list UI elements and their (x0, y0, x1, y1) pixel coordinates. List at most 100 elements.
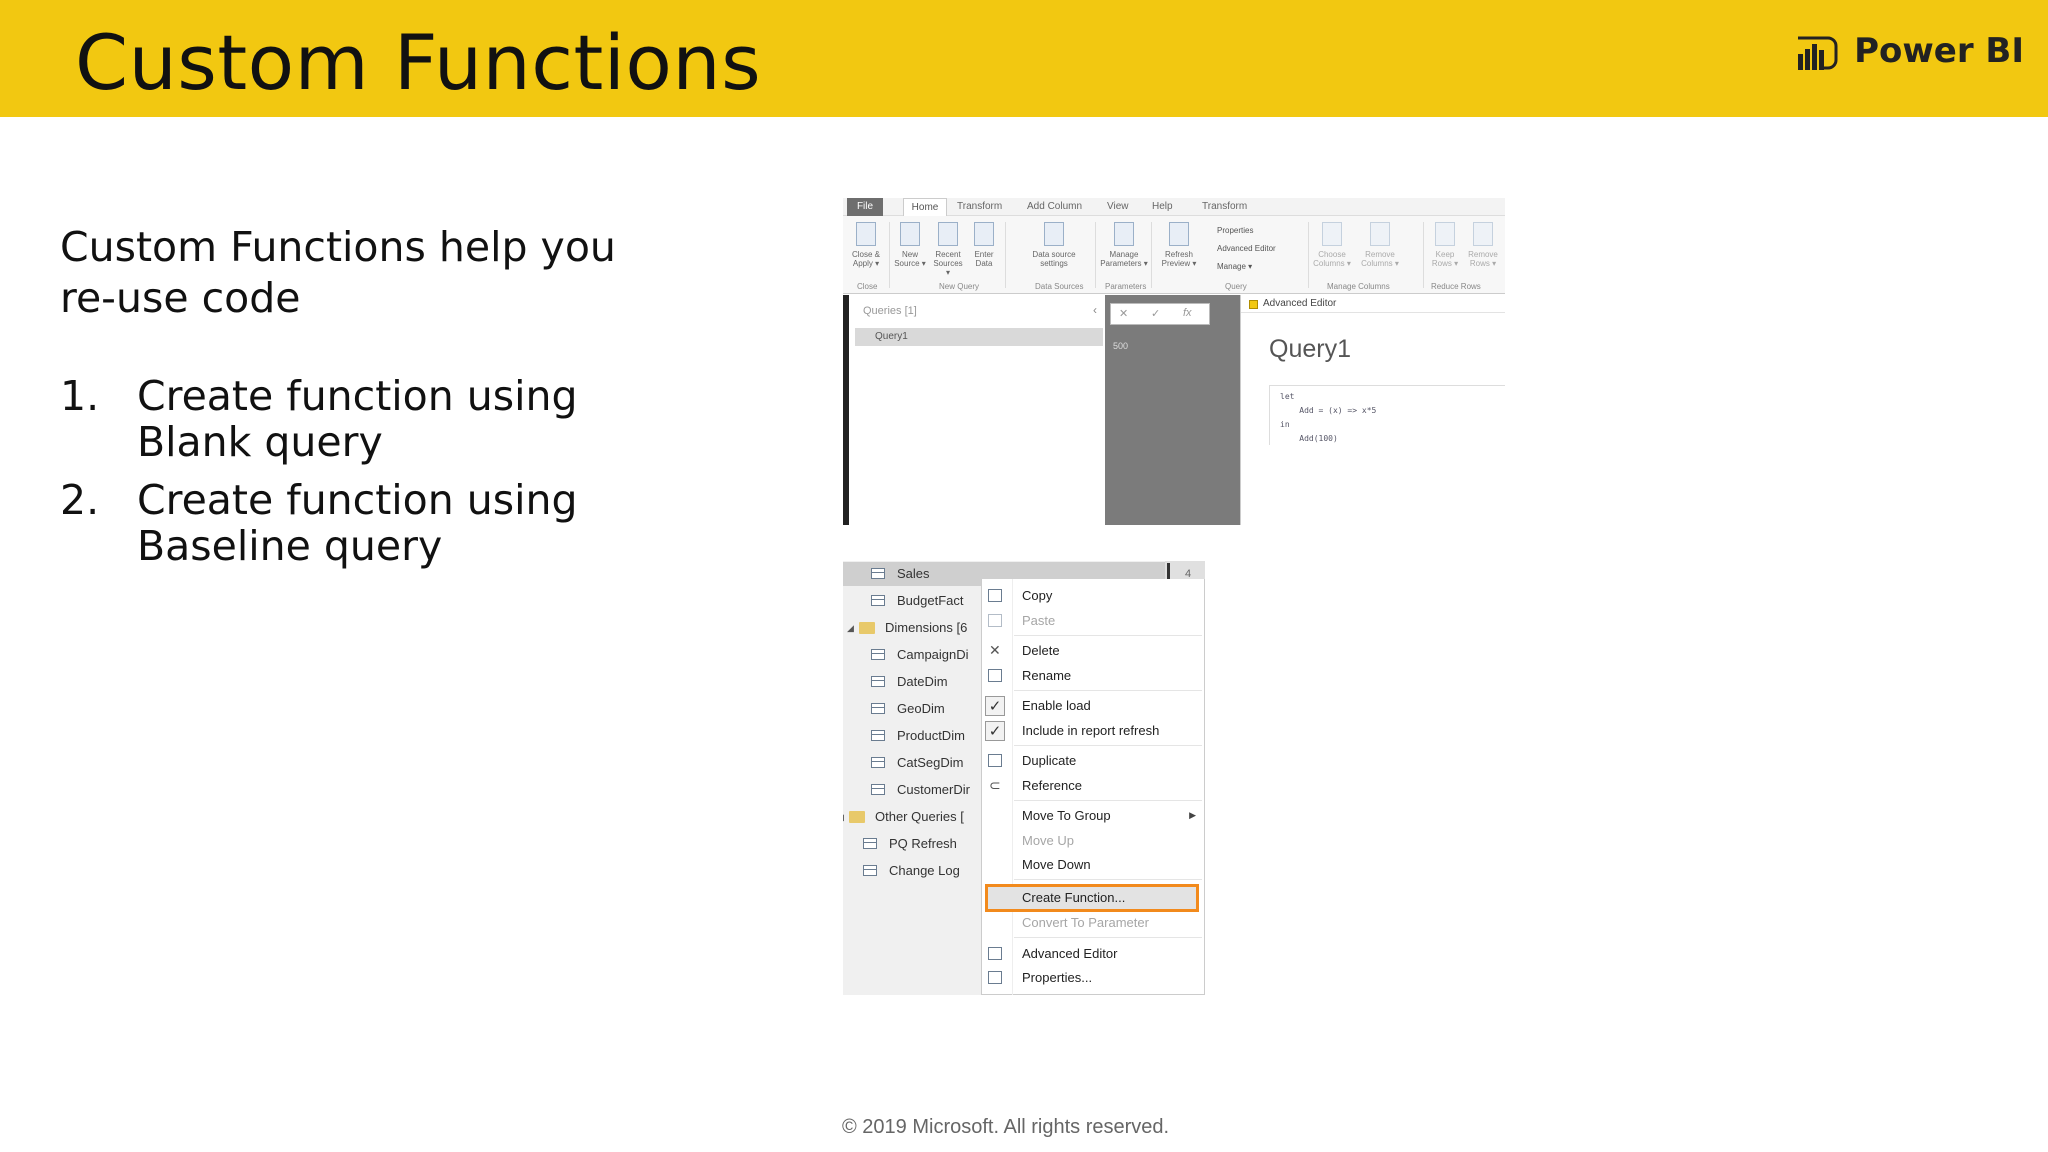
tab-help[interactable]: Help (1152, 201, 1173, 212)
paperclip-icon: ⊂ (989, 777, 1001, 793)
tree-query-row[interactable]: Change Log (843, 859, 983, 883)
cancel-icon[interactable]: ✕ (1119, 307, 1128, 320)
refresh-preview-label: Refresh Preview ▾ (1161, 250, 1197, 268)
menu-item-delete[interactable]: ✕ Delete (982, 638, 1205, 663)
ribbon-separator (1151, 222, 1152, 288)
query-small-buttons: Properties Advanced Editor Manage ▾ (1217, 222, 1276, 276)
tree-query-row[interactable]: CustomerDir (843, 778, 983, 802)
tree-query-row[interactable]: PQ Refresh (843, 832, 983, 856)
tab-home[interactable]: Home (903, 198, 947, 216)
tab-transform[interactable]: Transform (957, 201, 1002, 212)
menu-item-label: Move Down (1022, 857, 1091, 872)
tree-query-row[interactable]: DateDim (843, 670, 983, 694)
remove-columns-button[interactable]: Remove Columns ▾ (1361, 222, 1399, 268)
properties-button[interactable]: Properties (1217, 222, 1276, 240)
query-item-label: Query1 (875, 331, 908, 342)
tree-query-row[interactable]: CampaignDi (843, 643, 983, 667)
expand-arrow-icon[interactable]: ◢ (843, 805, 844, 829)
ribbon-separator (889, 222, 890, 288)
refresh-preview-button[interactable]: Refresh Preview ▾ (1157, 222, 1201, 268)
manage-parameters-button[interactable]: Manage Parameters ▾ (1099, 222, 1149, 268)
tree-row-label: BudgetFact (897, 593, 964, 608)
new-source-label: New Source ▾ (894, 250, 926, 268)
close-apply-button[interactable]: Close & Apply ▾ (849, 222, 883, 268)
menu-item-label: Rename (1022, 668, 1072, 683)
menu-item-reference[interactable]: ⊂ Reference (982, 773, 1205, 798)
table-icon (871, 730, 885, 741)
formula-bar[interactable]: ✕ ✓ fx (1110, 303, 1210, 325)
step-item: 1. Create function using Blank query (60, 373, 700, 465)
menu-item-create-function[interactable]: Create Function... (982, 885, 1205, 910)
data-source-settings-label: Data source settings (1032, 250, 1076, 268)
step-text: Create function using Blank query (137, 372, 578, 466)
menu-item-move-up[interactable]: Move Up (982, 828, 1205, 853)
new-source-icon (900, 222, 920, 246)
tab-file[interactable]: File (847, 198, 883, 216)
expand-arrow-icon[interactable]: ◢ (847, 616, 854, 640)
queries-header: Queries [1] (863, 305, 917, 317)
table-icon (871, 703, 885, 714)
tree-query-row[interactable]: ProductDim (843, 724, 983, 748)
tree-row-label: Change Log (889, 863, 960, 878)
remove-rows-button[interactable]: Remove Rows ▾ (1465, 222, 1501, 268)
menu-item-enable-load[interactable]: ✓ Enable load (982, 693, 1205, 718)
menu-item-label: Delete (1022, 643, 1060, 658)
tab-transform-2[interactable]: Transform (1202, 201, 1247, 212)
tab-add-column[interactable]: Add Column (1027, 201, 1082, 212)
enter-data-button[interactable]: Enter Data (967, 222, 1001, 268)
rename-icon (988, 669, 1002, 682)
ribbon-separator (1005, 222, 1006, 288)
advanced-editor-icon (988, 947, 1002, 960)
tree-row-label: Other Queries [ (875, 809, 964, 824)
menu-item-move-to-group[interactable]: Move To Group ▶ (982, 803, 1205, 828)
tab-view[interactable]: View (1107, 201, 1129, 212)
manage-button[interactable]: Manage ▾ (1217, 258, 1276, 276)
new-source-button[interactable]: New Source ▾ (893, 222, 927, 268)
data-grid-pane: ✕ ✓ fx 500 (1105, 295, 1241, 525)
advanced-editor-button[interactable]: Advanced Editor (1217, 240, 1276, 258)
tree-row-label: Dimensions [6 (885, 620, 968, 635)
m-code-editor[interactable]: let Add = (x) => x*5 in Add(100) (1269, 385, 1505, 445)
tree-query-row[interactable]: CatSegDim (843, 751, 983, 775)
menu-item-duplicate[interactable]: Duplicate (982, 748, 1205, 773)
power-query-editor-screenshot: File Home Transform Add Column View Help… (843, 198, 1505, 525)
choose-columns-button[interactable]: Choose Columns ▾ (1313, 222, 1351, 268)
table-icon (863, 838, 877, 849)
menu-item-advanced-editor[interactable]: Advanced Editor (982, 941, 1205, 966)
fx-icon[interactable]: fx (1183, 307, 1192, 319)
collapse-chevron-icon[interactable]: ‹ (1093, 303, 1097, 317)
menu-item-convert-parameter[interactable]: Convert To Parameter (982, 910, 1205, 935)
menu-separator (1014, 690, 1202, 691)
ribbon-tabs: File Home Transform Add Column View Help… (843, 198, 1505, 216)
table-icon (871, 649, 885, 660)
tree-folder-row[interactable]: ◢ Dimensions [6 (843, 616, 983, 640)
menu-separator (1014, 937, 1202, 938)
brand-name: Power BI (1854, 31, 2024, 71)
tree-folder-row[interactable]: ◢ Other Queries [ (843, 805, 983, 829)
step-number: 2. (60, 476, 100, 524)
menu-item-include-refresh[interactable]: ✓ Include in report refresh (982, 718, 1205, 743)
menu-item-move-down[interactable]: Move Down (982, 852, 1205, 877)
table-icon (871, 757, 885, 768)
data-source-settings-button[interactable]: Data source settings (1031, 222, 1077, 268)
tree-query-row[interactable]: GeoDim (843, 697, 983, 721)
recent-sources-button[interactable]: Recent Sources ▾ (931, 222, 965, 277)
close-apply-label: Close & Apply ▾ (851, 250, 880, 268)
group-label-manage-columns: Manage Columns (1327, 282, 1390, 291)
keep-rows-button[interactable]: Keep Rows ▾ (1427, 222, 1463, 268)
slide: Custom Functions Power BI Custom Functio… (0, 0, 2048, 1152)
ribbon-separator (1308, 222, 1309, 288)
ribbon-separator (1095, 222, 1096, 288)
menu-item-copy[interactable]: Copy (982, 583, 1205, 608)
menu-item-paste[interactable]: Paste (982, 608, 1205, 633)
tree-row-label: CatSegDim (897, 755, 964, 770)
menu-item-rename[interactable]: Rename (982, 663, 1205, 688)
confirm-icon[interactable]: ✓ (1151, 307, 1160, 320)
menu-item-label: Copy (1022, 588, 1053, 603)
refresh-preview-icon (1169, 222, 1189, 246)
query-item[interactable]: Query1 (855, 328, 1103, 346)
copy-icon (988, 589, 1002, 602)
tree-query-row[interactable]: BudgetFact (843, 589, 983, 613)
remove-columns-icon (1370, 222, 1390, 246)
menu-item-properties[interactable]: Properties... (982, 965, 1205, 990)
